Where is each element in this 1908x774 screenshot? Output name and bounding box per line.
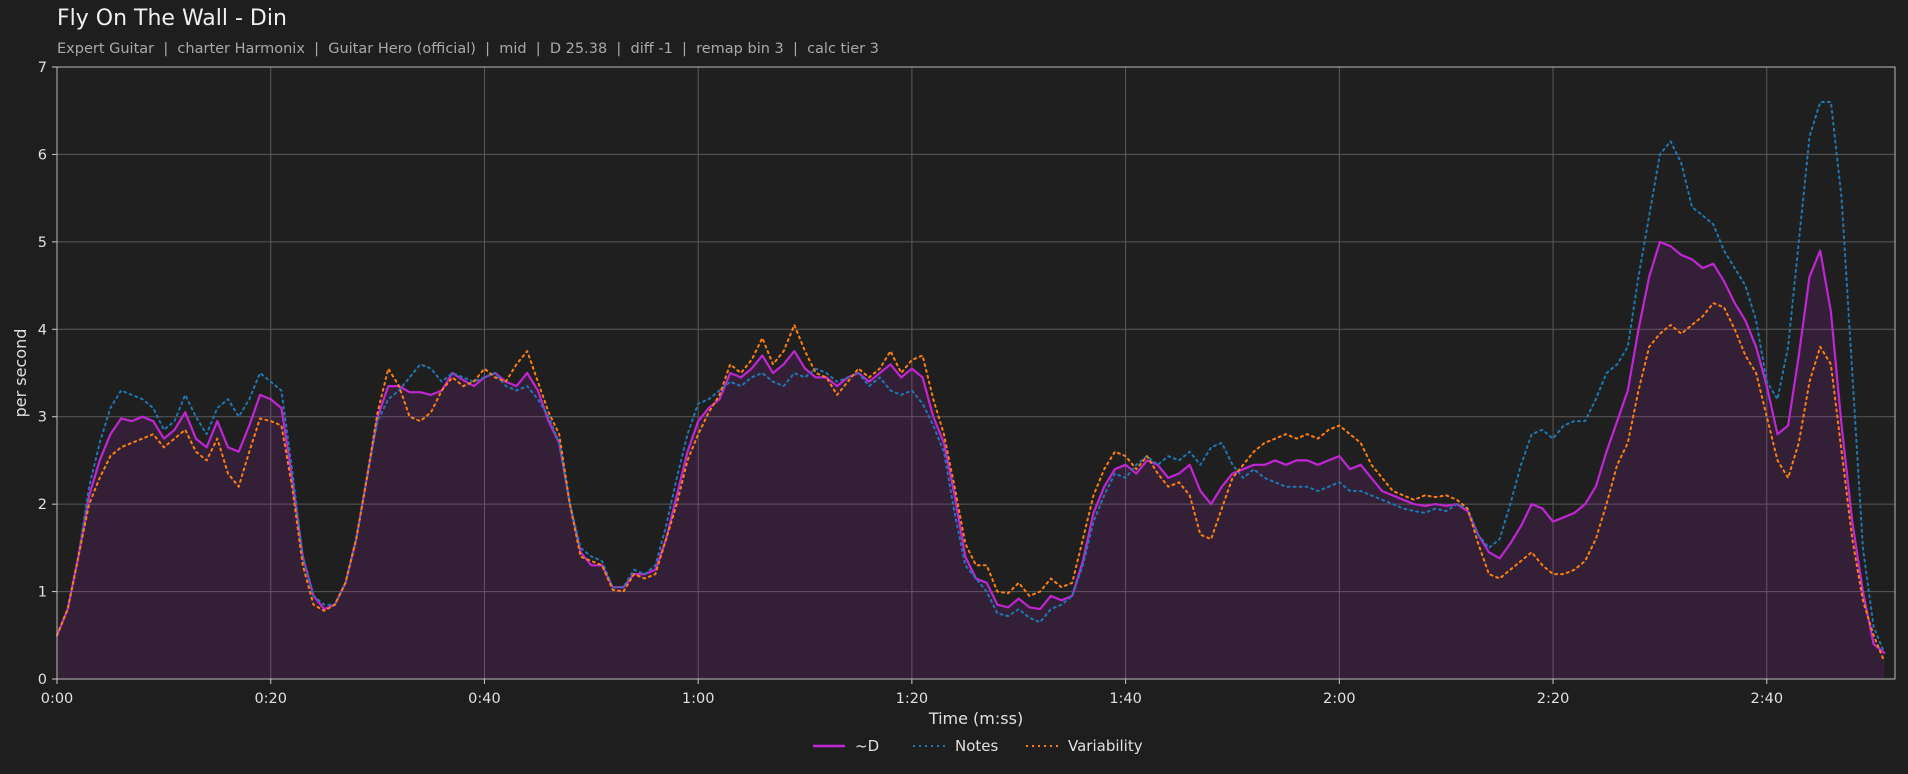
- y-tick-label: 2: [38, 497, 47, 513]
- legend: ~D Notes Variability: [813, 737, 1143, 755]
- y-tick-label: 5: [38, 235, 47, 251]
- y-axis-label: per second: [11, 329, 30, 418]
- y-tick-label: 1: [38, 585, 47, 601]
- x-tick-label: 0:40: [468, 691, 501, 707]
- x-tick-label: 2:00: [1323, 691, 1356, 707]
- x-tick-label: 1:00: [682, 691, 715, 707]
- legend-label-variability: Variability: [1068, 737, 1143, 755]
- chart: 0:00 0:20 0:40 1:00 1:20 1:40 2:00 2:20 2:40 0 1 2 3…: [11, 60, 1896, 755]
- y-tick-label: 0: [38, 672, 47, 688]
- x-tick-label: 2:20: [1537, 691, 1570, 707]
- y-tick-label: 4: [38, 322, 47, 338]
- legend-label-d: ~D: [855, 737, 879, 755]
- y-tick-label: 3: [38, 410, 47, 426]
- x-tick-label: 0:00: [41, 691, 74, 707]
- y-tick-label: 6: [38, 147, 47, 163]
- x-axis-label: Time (m:ss): [928, 709, 1023, 728]
- x-tick-label: 1:40: [1109, 691, 1142, 707]
- x-tick-label: 1:20: [896, 691, 929, 707]
- y-tick-label: 7: [38, 60, 47, 76]
- legend-label-notes: Notes: [955, 737, 999, 755]
- x-tick-label: 0:20: [254, 691, 287, 707]
- x-tick-label: 2:40: [1750, 691, 1783, 707]
